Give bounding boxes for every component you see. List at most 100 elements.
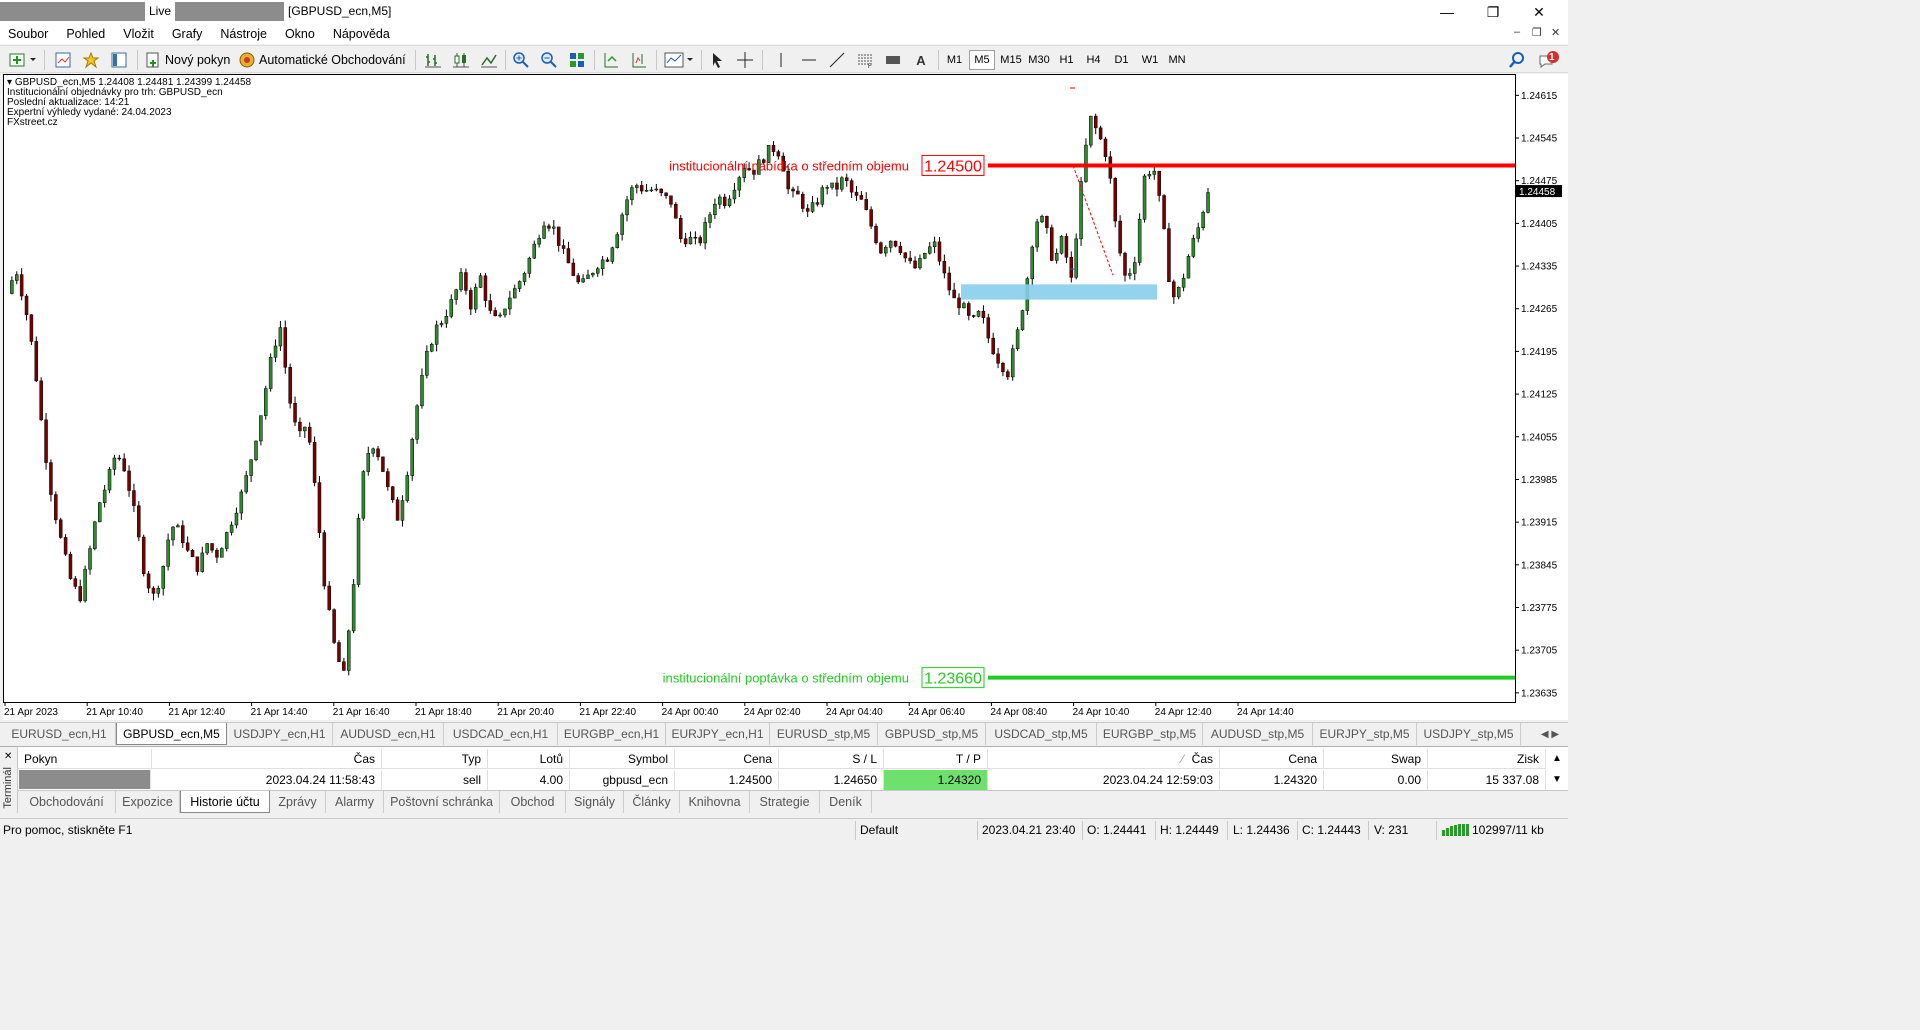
auto-scroll-button[interactable] [600, 49, 622, 71]
chart-tab-active[interactable]: GBPUSD_ecn,M5 [116, 723, 227, 745]
tf-m5-button[interactable]: M5 [969, 50, 995, 70]
col-header-lots[interactable]: Lotů [488, 749, 570, 769]
row-lots[interactable]: 4.00 [488, 770, 570, 790]
scroll-down-icon[interactable]: ▼ [1546, 770, 1568, 790]
chart-tab[interactable]: EURGBP_ecn,H1 [558, 723, 666, 745]
chart-tab[interactable]: AUDUSD_stp,M5 [1203, 723, 1313, 745]
chart-tab[interactable]: EURJPY_stp,M5 [1313, 723, 1417, 745]
profiles-button[interactable] [52, 49, 74, 71]
tf-d1-button[interactable]: D1 [1109, 50, 1134, 70]
row-sl[interactable]: 1.24650 [779, 770, 884, 790]
trendline-button[interactable] [826, 49, 848, 71]
cursor-button[interactable] [706, 49, 728, 71]
favorites-button[interactable] [80, 49, 102, 71]
col-header-sl[interactable]: S / L [779, 749, 884, 769]
search-button[interactable] [1508, 49, 1526, 71]
row-profit[interactable]: 15 337.08 [1428, 770, 1546, 790]
tab-news[interactable]: Zprávy [270, 791, 326, 813]
mdi-close-button[interactable]: ✕ [1551, 26, 1560, 39]
chart-tab[interactable]: EURUSD_stp,M5 [770, 723, 878, 745]
menu-pohled[interactable]: Pohled [57, 24, 114, 44]
zoom-out-button[interactable] [538, 49, 560, 71]
new-order-button[interactable]: Nový pokyn [144, 49, 234, 71]
window-close-button[interactable]: ✕ [1516, 0, 1562, 24]
tf-m1-button[interactable]: M1 [942, 50, 967, 70]
terminal-close-button[interactable]: ✕ [4, 751, 12, 762]
navigator-button[interactable] [108, 49, 130, 71]
menu-soubor[interactable]: Soubor [0, 24, 57, 44]
tab-mailbox[interactable]: Poštovní schránka [384, 791, 500, 813]
col-header-symbol[interactable]: Symbol [570, 749, 675, 769]
status-profile[interactable]: Default [860, 823, 898, 837]
line-chart-button[interactable] [478, 49, 500, 71]
chart-tab[interactable]: AUDUSD_ecn,H1 [333, 723, 444, 745]
row-close-price[interactable]: 1.24320 [1220, 770, 1324, 790]
menu-napoveda[interactable]: Nápověda [324, 24, 399, 44]
col-header-tp[interactable]: T / P [884, 749, 988, 769]
tab-scroll-arrows[interactable]: ◀ ▶ [1532, 723, 1568, 745]
crosshair-button[interactable] [734, 49, 756, 71]
tab-journal[interactable]: Deník [820, 791, 872, 813]
tf-m30-button[interactable]: M30 [1025, 50, 1053, 70]
new-chart-button[interactable] [6, 49, 40, 71]
col-header-swap[interactable]: Swap [1324, 749, 1428, 769]
chart-tab[interactable]: EURJPY_ecn,H1 [666, 723, 770, 745]
col-header-close-price[interactable]: Cena [1220, 749, 1324, 769]
chart-canvas[interactable]: 1.246151.245451.244751.244051.243351.242… [3, 74, 1568, 720]
candlestick-button[interactable] [450, 49, 472, 71]
tab-strategy[interactable]: Strategie [750, 791, 820, 813]
col-header-price[interactable]: Cena [675, 749, 779, 769]
zoom-in-button[interactable] [510, 49, 532, 71]
row-symbol[interactable]: gbpusd_ecn [570, 770, 675, 790]
row-close-time[interactable]: 2023.04.24 12:59:03 [988, 770, 1220, 790]
text-tool-button[interactable]: A [910, 49, 932, 71]
chart-tab[interactable]: USDJPY_stp,M5 [1417, 723, 1521, 745]
tab-signals[interactable]: Signály [566, 791, 624, 813]
fibonacci-button[interactable]: F [854, 49, 876, 71]
tf-mn-button[interactable]: MN [1164, 50, 1190, 70]
window-restore-button[interactable]: ❐ [1470, 0, 1516, 24]
mdi-minimize-button[interactable]: – [1514, 26, 1520, 38]
row-price[interactable]: 1.24500 [675, 770, 779, 790]
mdi-restore-button[interactable]: ❐ [1532, 26, 1542, 39]
tab-articles[interactable]: Články [624, 791, 680, 813]
col-header-profit[interactable]: Zisk [1428, 749, 1546, 769]
tf-h4-button[interactable]: H4 [1081, 50, 1106, 70]
menu-okno[interactable]: Okno [276, 24, 324, 44]
col-header-open-time[interactable]: Čas [152, 749, 382, 769]
tab-exposure[interactable]: Expozice [116, 791, 180, 813]
scroll-left-icon[interactable]: ◀ [1541, 729, 1549, 740]
scroll-right-icon[interactable]: ▶ [1551, 729, 1559, 740]
tab-trade[interactable]: Obchodování [18, 791, 116, 813]
col-header-type[interactable]: Typ [382, 749, 488, 769]
tf-m15-button[interactable]: M15 [997, 50, 1025, 70]
chart-tab[interactable]: USDCAD_ecn,H1 [444, 723, 558, 745]
tf-w1-button[interactable]: W1 [1137, 50, 1163, 70]
chart-tab[interactable]: EURUSD_ecn,H1 [3, 723, 116, 745]
row-type[interactable]: sell [382, 770, 488, 790]
horizontal-line-button[interactable] [798, 49, 820, 71]
tab-market[interactable]: Obchod [500, 791, 566, 813]
tile-windows-button[interactable] [566, 49, 588, 71]
indicators-button[interactable] [662, 49, 696, 71]
row-open-time[interactable]: 2023.04.24 11:58:43 [152, 770, 382, 790]
col-header-order[interactable]: Pokyn [18, 749, 152, 769]
tf-h1-button[interactable]: H1 [1054, 50, 1079, 70]
menu-grafy[interactable]: Grafy [163, 24, 212, 44]
window-minimize-button[interactable]: — [1424, 0, 1470, 24]
chart-tab[interactable]: USDCAD_stp,M5 [986, 723, 1097, 745]
chart-tab[interactable]: EURGBP_stp,M5 [1097, 723, 1203, 745]
tab-alerts[interactable]: Alarmy [326, 791, 384, 813]
menu-nastroje[interactable]: Nástroje [211, 24, 276, 44]
tab-library[interactable]: Knihovna [680, 791, 750, 813]
bar-chart-button[interactable] [422, 49, 444, 71]
tab-account-history[interactable]: Historie účtu [180, 791, 270, 813]
row-tp[interactable]: 1.24320 [884, 770, 988, 790]
rectangle-button[interactable] [882, 49, 904, 71]
vertical-line-button[interactable] [770, 49, 792, 71]
chart-tab[interactable]: USDJPY_ecn,H1 [227, 723, 333, 745]
chart-shift-button[interactable] [628, 49, 650, 71]
row-swap[interactable]: 0.00 [1324, 770, 1428, 790]
notifications-button[interactable]: 1 [1536, 49, 1562, 71]
chart-tab[interactable]: GBPUSD_stp,M5 [878, 723, 986, 745]
